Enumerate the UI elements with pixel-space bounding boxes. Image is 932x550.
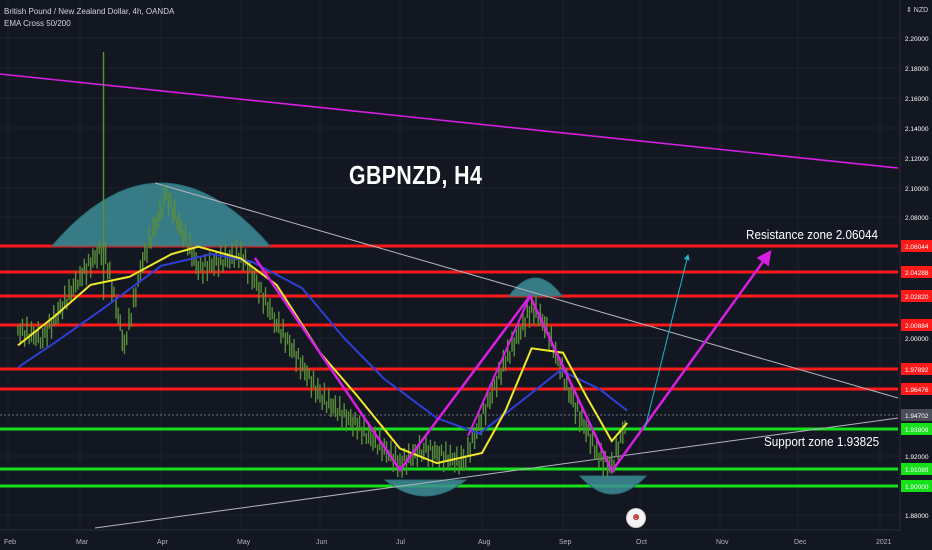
price-tick-label: 2.20000 (905, 36, 929, 43)
pattern-domes (50, 182, 648, 497)
long-term-trendline (0, 73, 899, 169)
price-tick-label: 2.18000 (905, 66, 929, 73)
channel-drawing (253, 249, 772, 474)
price-tick-label: 1.93806 (905, 427, 929, 434)
time-tick-label: Mar (76, 539, 89, 546)
projection-arrow (644, 254, 690, 429)
channel-zigzag-arrow (253, 249, 772, 474)
price-tick-label: 2.04288 (905, 270, 929, 277)
support-zone-label: Support zone 1.93825 (764, 434, 880, 449)
price-axis-background (900, 0, 932, 530)
price-tick-label: 1.92000 (905, 454, 929, 461)
time-tick-label: Oct (636, 539, 647, 546)
time-tick-label: Apr (157, 539, 169, 546)
dome-top-left (50, 182, 272, 247)
price-tick-label: 1.88000 (905, 513, 929, 520)
time-tick-label: Feb (4, 539, 16, 546)
indicator-label[interactable]: EMA Cross 50/200 (4, 18, 174, 30)
price-tick-label: 1.90000 (905, 484, 929, 491)
price-tick-label: 2.06044 (905, 244, 929, 251)
time-tick-label: May (237, 539, 251, 546)
time-tick-label: 2021 (876, 539, 892, 546)
price-tick-label: 2.14000 (905, 126, 929, 133)
price-tick-label: 2.16000 (905, 96, 929, 103)
price-axis[interactable]: ⇕ NZD 2.20000 2.18000 2.16000 2.14000 2.12000… (899, 0, 932, 530)
time-tick-label: Jun (316, 539, 327, 546)
level-lines (0, 244, 898, 488)
time-tick-label: Sep (559, 539, 572, 546)
price-chart[interactable]: Feb Mar Apr May Jun Jul Aug Sep Oct Nov Dec 2021 ⇕ … (0, 0, 932, 550)
time-tick-label: Aug (478, 539, 491, 546)
price-tick-label: 1.94702 (905, 413, 929, 420)
descending-trendline (154, 182, 899, 399)
author-badge-icon[interactable]: ☻ (626, 508, 646, 528)
price-tick-label: 2.10000 (905, 186, 929, 193)
price-tick-label: 1.91089 (905, 467, 929, 474)
chart-grid (0, 0, 898, 530)
chart-headline: GBPNZD, H4 (349, 160, 483, 190)
time-tick-label: Nov (716, 539, 729, 546)
time-tick-label: Jul (396, 539, 405, 546)
price-tick-label: 2.02820 (905, 294, 929, 301)
time-axis[interactable]: Feb Mar Apr May Jun Jul Aug Sep Oct Nov Dec 2021 (0, 529, 932, 550)
symbol-label[interactable]: British Pound / New Zealand Dollar, 4h, … (4, 6, 174, 18)
price-tick-label: 2.00000 (905, 336, 929, 343)
resistance-zone-label: Resistance zone 2.06044 (746, 227, 879, 242)
price-tick-label: 2.12000 (905, 156, 929, 163)
chart-legend: British Pound / New Zealand Dollar, 4h, … (4, 6, 174, 30)
currency-label: ⇕ NZD (906, 6, 928, 14)
time-axis-background (0, 530, 932, 550)
price-tick-label: 1.97892 (905, 367, 929, 374)
time-tick-label: Dec (794, 539, 807, 546)
price-tick-label: 1.96476 (905, 387, 929, 394)
price-tick-label: 2.08000 (905, 215, 929, 222)
price-tick-label: 2.00884 (905, 323, 929, 330)
dome-bottom-right (578, 475, 648, 495)
price-series (17, 52, 626, 478)
